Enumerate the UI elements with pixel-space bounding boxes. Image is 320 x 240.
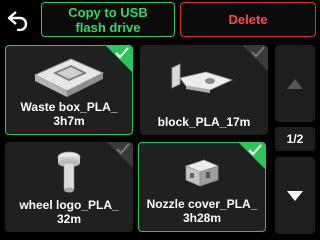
file-name: Nozzle cover_PLA_ 3h28m	[146, 197, 258, 225]
back-arrow-icon	[7, 11, 28, 31]
top-bar: Copy to USB flash drive Delete	[0, 0, 320, 40]
file-name: Waste box_PLA_ 3h7m	[20, 100, 118, 128]
back-button[interactable]	[4, 6, 32, 34]
file-card-block[interactable]: block_PLA_17m	[140, 45, 268, 135]
wheel-logo-model-icon	[5, 148, 133, 198]
copy-to-usb-button[interactable]: Copy to USB flash drive	[41, 2, 175, 37]
block-model-icon	[140, 51, 268, 101]
page-indicator: 1/2	[275, 127, 315, 151]
file-card-waste-box[interactable]: Waste box_PLA_ 3h7m	[5, 45, 133, 135]
file-name: wheel logo_PLA_ 32m	[19, 198, 119, 226]
file-name: block_PLA_17m	[157, 115, 251, 129]
triangle-down-icon	[287, 190, 303, 201]
waste-box-model-icon	[6, 52, 132, 102]
delete-button[interactable]: Delete	[180, 2, 316, 37]
nozzle-cover-model-icon	[139, 149, 265, 199]
file-card-wheel-logo[interactable]: wheel logo_PLA_ 32m	[5, 142, 133, 232]
page-down-button[interactable]	[275, 157, 315, 234]
triangle-up-icon	[287, 78, 303, 89]
page-up-button[interactable]	[275, 45, 315, 122]
file-card-nozzle-cover[interactable]: Nozzle cover_PLA_ 3h28m	[138, 142, 266, 232]
